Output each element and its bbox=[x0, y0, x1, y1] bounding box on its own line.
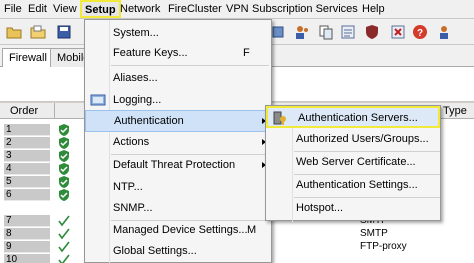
menu-item-label: Web Server Certificate... bbox=[296, 156, 416, 168]
order-cell: 5 bbox=[4, 176, 50, 188]
delete-icon[interactable] bbox=[390, 24, 406, 40]
service-cell: FTP-proxy bbox=[360, 241, 407, 252]
menu-item-label: Actions bbox=[113, 136, 150, 148]
auth-servers-icon bbox=[272, 110, 288, 126]
shield-check-icon bbox=[58, 176, 70, 188]
shield-check-icon bbox=[58, 150, 70, 162]
svg-text:?: ? bbox=[417, 28, 423, 39]
menu-item-label: Authorized Users/Groups... bbox=[296, 133, 429, 145]
help-icon[interactable]: ? bbox=[412, 24, 428, 40]
menu-item-label: Feature Keys... bbox=[113, 47, 188, 59]
user-policy-icon[interactable] bbox=[436, 24, 452, 40]
check-icon bbox=[58, 215, 70, 227]
menu-item-global-settings[interactable]: Global Settings... bbox=[85, 240, 271, 262]
order-cell: 1 bbox=[4, 124, 50, 136]
open-file-icon[interactable] bbox=[30, 24, 46, 40]
menu-item-label: System... bbox=[113, 27, 159, 39]
menu-view[interactable]: View bbox=[53, 3, 77, 15]
menu-firecluster[interactable]: FireCluster bbox=[168, 3, 222, 15]
menu-item-label: SNMP... bbox=[113, 202, 153, 214]
shield-check-icon bbox=[58, 137, 70, 149]
menu-item-label: Logging... bbox=[113, 94, 162, 106]
authentication-submenu: Authentication Servers... Authorized Use… bbox=[265, 105, 441, 222]
menu-item-label: Authentication Servers... bbox=[298, 112, 418, 124]
column-header-type[interactable]: Type bbox=[443, 105, 467, 117]
service-cell: SMTP bbox=[360, 228, 388, 239]
menu-item-system[interactable]: System... bbox=[85, 22, 271, 44]
order-cell: 6 bbox=[4, 189, 50, 201]
tab-firewall[interactable]: Firewall bbox=[2, 48, 54, 68]
shield-check-icon bbox=[58, 124, 70, 136]
order-cell: 9 bbox=[4, 241, 50, 253]
order-cell: 3 bbox=[4, 150, 50, 162]
copy-icon[interactable] bbox=[318, 24, 334, 40]
menu-item-managed-device-settings[interactable]: Managed Device Settings... M bbox=[85, 219, 271, 241]
order-cell: 7 bbox=[4, 215, 50, 227]
menu-setup[interactable]: Setup bbox=[80, 0, 121, 18]
check-icon bbox=[58, 228, 70, 240]
menu-item-logging[interactable]: Logging... bbox=[85, 89, 271, 111]
shield-check-icon bbox=[58, 163, 70, 175]
menu-item-actions[interactable]: Actions bbox=[85, 131, 271, 153]
menu-separator bbox=[111, 65, 269, 66]
check-icon bbox=[58, 254, 70, 263]
shield-icon[interactable] bbox=[364, 24, 380, 40]
order-cell: 4 bbox=[4, 163, 50, 175]
save-icon[interactable] bbox=[56, 24, 72, 40]
menu-edit[interactable]: Edit bbox=[28, 3, 47, 15]
menu-item-feature-keys[interactable]: Feature Keys... F bbox=[85, 42, 271, 64]
menu-item-label: Global Settings... bbox=[113, 245, 197, 257]
column-divider bbox=[54, 103, 55, 119]
menu-item-snmp[interactable]: SNMP... bbox=[85, 197, 271, 219]
menu-item-label: Authentication bbox=[114, 115, 184, 127]
order-cell: 2 bbox=[4, 137, 50, 149]
users-icon[interactable] bbox=[294, 24, 310, 40]
open-folder-icon[interactable] bbox=[6, 24, 22, 40]
menu-item-authentication-settings[interactable]: Authentication Settings... bbox=[266, 174, 440, 196]
menu-help[interactable]: Help bbox=[362, 3, 385, 15]
menu-item-authorized-users-groups[interactable]: Authorized Users/Groups... bbox=[266, 128, 440, 150]
order-cell: 10 bbox=[4, 254, 50, 263]
menu-subscription-services[interactable]: Subscription Services bbox=[252, 3, 358, 15]
menu-item-hotspot[interactable]: Hotspot... bbox=[266, 197, 440, 219]
menu-bar: File Edit View Setup Network FireCluster… bbox=[0, 0, 474, 19]
policy-icon[interactable] bbox=[340, 24, 356, 40]
setup-menu: System... Feature Keys... F Aliases... L… bbox=[84, 19, 272, 263]
menu-item-label: Hotspot... bbox=[296, 202, 344, 214]
menu-item-label: Default Threat Protection bbox=[113, 159, 236, 171]
menu-item-authentication-servers[interactable]: Authentication Servers... bbox=[266, 106, 440, 128]
check-icon bbox=[58, 241, 70, 253]
menu-item-web-server-certificate[interactable]: Web Server Certificate... bbox=[266, 151, 440, 173]
shield-check-icon bbox=[58, 189, 70, 201]
menu-network[interactable]: Network bbox=[120, 3, 160, 15]
menu-item-authentication[interactable]: Authentication bbox=[85, 110, 271, 132]
menu-item-label: Managed Device Settings... bbox=[113, 224, 248, 236]
menu-item-label: Authentication Settings... bbox=[296, 179, 418, 191]
menu-vpn[interactable]: VPN bbox=[226, 3, 249, 15]
shortcut-label: M bbox=[247, 224, 257, 236]
column-header-order[interactable]: Order bbox=[10, 105, 38, 117]
shortcut-label: F bbox=[243, 47, 250, 59]
tool-icon[interactable] bbox=[270, 24, 286, 40]
order-cell: 8 bbox=[4, 228, 50, 240]
menu-item-default-threat-protection[interactable]: Default Threat Protection bbox=[85, 154, 271, 176]
logging-icon bbox=[90, 92, 106, 108]
menu-item-label: NTP... bbox=[113, 181, 143, 193]
menu-item-label: Aliases... bbox=[113, 72, 158, 84]
menu-item-ntp[interactable]: NTP... bbox=[85, 176, 271, 198]
menu-item-aliases[interactable]: Aliases... bbox=[85, 67, 271, 89]
menu-file[interactable]: File bbox=[4, 3, 22, 15]
